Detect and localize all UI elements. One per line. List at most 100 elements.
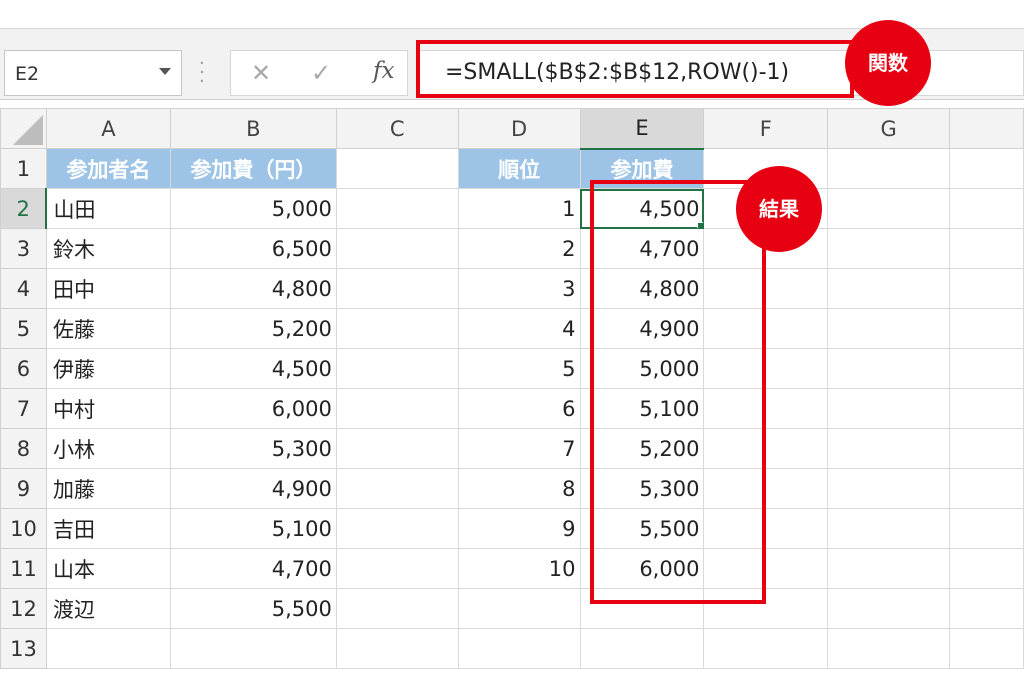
cell[interactable] <box>335 228 459 269</box>
cell[interactable] <box>949 388 1024 429</box>
rank-cell[interactable] <box>457 628 581 669</box>
column-header-e[interactable]: E <box>579 108 705 150</box>
participant-name-cell[interactable]: 小林 <box>45 428 171 469</box>
cell[interactable] <box>949 508 1024 549</box>
cell[interactable] <box>335 308 459 349</box>
result-fee-cell[interactable] <box>579 628 705 669</box>
chevron-down-icon[interactable] <box>159 68 171 75</box>
cell[interactable] <box>949 548 1024 589</box>
cell[interactable] <box>827 588 951 629</box>
row-header[interactable]: 10 <box>0 508 47 549</box>
cell[interactable] <box>949 188 1024 229</box>
rank-cell[interactable]: 7 <box>457 428 581 469</box>
participant-name-cell[interactable]: 吉田 <box>45 508 171 549</box>
cancel-icon[interactable]: ✕ <box>251 59 271 87</box>
rank-cell[interactable]: 2 <box>457 228 581 269</box>
participant-name-cell[interactable]: 田中 <box>45 268 171 309</box>
rank-cell[interactable]: 9 <box>457 508 581 549</box>
participant-name-cell[interactable]: 加藤 <box>45 468 171 509</box>
cell[interactable] <box>335 548 459 589</box>
participant-fee-cell[interactable]: 5,500 <box>169 588 337 629</box>
row-header[interactable]: 11 <box>0 548 47 589</box>
header-fee-yen[interactable]: 参加費（円） <box>169 148 337 189</box>
cell[interactable] <box>335 508 459 549</box>
rank-cell[interactable] <box>457 588 581 629</box>
header-participant-name[interactable]: 参加者名 <box>45 148 171 189</box>
cell[interactable] <box>335 628 459 669</box>
column-header-a[interactable]: A <box>45 108 171 149</box>
rank-cell[interactable]: 5 <box>457 348 581 389</box>
row-header[interactable]: 4 <box>0 268 47 309</box>
participant-name-cell[interactable] <box>45 628 171 669</box>
cell[interactable] <box>827 548 951 589</box>
cell[interactable] <box>335 148 459 189</box>
participant-name-cell[interactable]: 伊藤 <box>45 348 171 389</box>
participant-fee-cell[interactable]: 5,200 <box>169 308 337 349</box>
column-header-h[interactable] <box>949 108 1024 149</box>
cell[interactable] <box>949 308 1024 349</box>
header-rank[interactable]: 順位 <box>457 148 581 189</box>
cell[interactable] <box>827 348 951 389</box>
cell[interactable] <box>335 588 459 629</box>
row-header[interactable]: 8 <box>0 428 47 469</box>
participant-fee-cell[interactable] <box>169 628 337 669</box>
participant-name-cell[interactable]: 鈴木 <box>45 228 171 269</box>
participant-fee-cell[interactable]: 4,700 <box>169 548 337 589</box>
row-header[interactable]: 7 <box>0 388 47 429</box>
rank-cell[interactable]: 3 <box>457 268 581 309</box>
cell[interactable] <box>827 148 951 189</box>
participant-fee-cell[interactable]: 5,300 <box>169 428 337 469</box>
participant-name-cell[interactable]: 佐藤 <box>45 308 171 349</box>
row-header[interactable]: 2 <box>0 188 48 229</box>
participant-fee-cell[interactable]: 4,500 <box>169 348 337 389</box>
row-header[interactable]: 9 <box>0 468 47 509</box>
cell[interactable] <box>949 348 1024 389</box>
cell[interactable] <box>703 628 829 669</box>
cell[interactable] <box>949 148 1024 189</box>
participant-fee-cell[interactable]: 6,000 <box>169 388 337 429</box>
column-header-g[interactable]: G <box>827 108 951 149</box>
cell[interactable] <box>335 188 459 229</box>
row-header[interactable]: 1 <box>0 148 47 189</box>
column-header-f[interactable]: F <box>703 108 829 149</box>
name-box[interactable]: E2 <box>4 50 182 96</box>
cell[interactable] <box>827 308 951 349</box>
cell[interactable] <box>335 268 459 309</box>
cell[interactable] <box>949 588 1024 629</box>
cell[interactable] <box>827 428 951 469</box>
rank-cell[interactable]: 4 <box>457 308 581 349</box>
cell[interactable] <box>827 388 951 429</box>
participant-name-cell[interactable]: 山本 <box>45 548 171 589</box>
participant-fee-cell[interactable]: 5,000 <box>169 188 337 229</box>
cell[interactable] <box>949 428 1024 469</box>
column-header-b[interactable]: B <box>169 108 337 149</box>
rank-cell[interactable]: 6 <box>457 388 581 429</box>
row-header[interactable]: 3 <box>0 228 47 269</box>
cell[interactable] <box>335 468 459 509</box>
cell[interactable] <box>827 228 951 269</box>
row-header[interactable]: 13 <box>0 628 47 669</box>
cell[interactable] <box>335 348 459 389</box>
enter-icon[interactable]: ✓ <box>311 59 331 87</box>
column-header-c[interactable]: C <box>335 108 459 149</box>
participant-name-cell[interactable]: 中村 <box>45 388 171 429</box>
row-header[interactable]: 12 <box>0 588 47 629</box>
participant-fee-cell[interactable]: 4,800 <box>169 268 337 309</box>
cell[interactable] <box>949 268 1024 309</box>
cell[interactable] <box>335 388 459 429</box>
cell[interactable] <box>949 228 1024 269</box>
cell[interactable] <box>827 188 951 229</box>
row-header[interactable]: 6 <box>0 348 47 389</box>
cell[interactable] <box>335 428 459 469</box>
cell[interactable] <box>827 508 951 549</box>
column-header-d[interactable]: D <box>457 108 581 149</box>
select-all-corner[interactable] <box>0 108 47 149</box>
more-options-icon[interactable]: · · · <box>199 55 205 91</box>
insert-function-icon[interactable]: fx <box>373 58 394 84</box>
participant-name-cell[interactable]: 渡辺 <box>45 588 171 629</box>
participant-name-cell[interactable]: 山田 <box>45 188 171 229</box>
cell[interactable] <box>827 628 951 669</box>
rank-cell[interactable]: 1 <box>457 188 581 229</box>
row-header[interactable]: 5 <box>0 308 47 349</box>
cell[interactable] <box>949 468 1024 509</box>
